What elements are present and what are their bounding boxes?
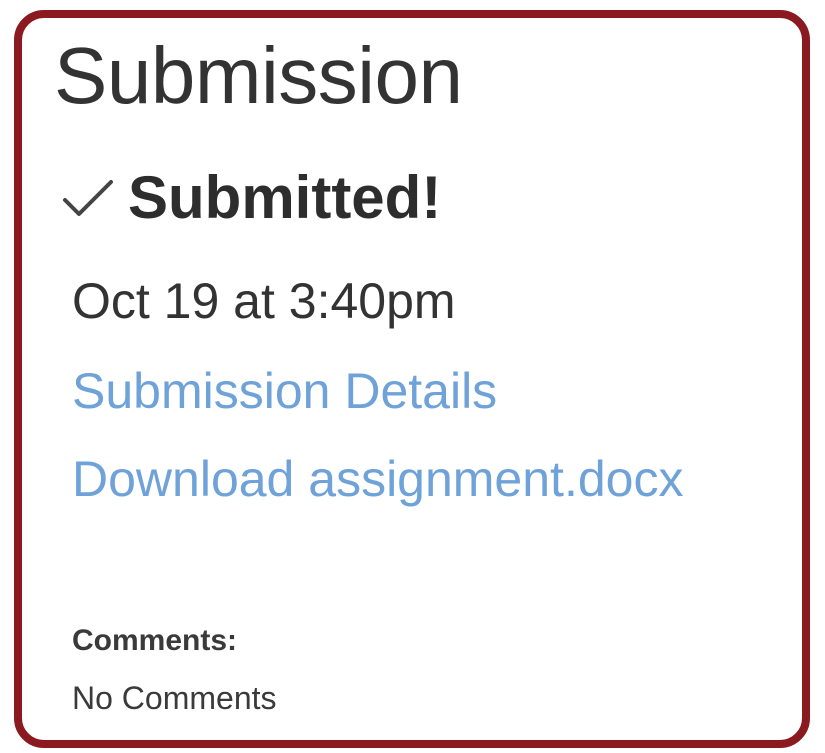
submission-details-link[interactable]: Submission Details [72, 366, 497, 416]
comments-label: Comments: [72, 624, 238, 657]
download-assignment-link[interactable]: Download assignment.docx [72, 454, 683, 504]
submission-timestamp: Oct 19 at 3:40pm [72, 273, 456, 329]
comments-value: No Comments [72, 680, 277, 716]
submission-panel: Submission Submitted! Oct 19 at 3:40pm S… [14, 10, 810, 748]
status-text: Submitted! [128, 164, 442, 231]
checkmark-icon [62, 178, 114, 218]
submission-status: Submitted! [62, 168, 441, 228]
panel-title: Submission [54, 31, 463, 120]
